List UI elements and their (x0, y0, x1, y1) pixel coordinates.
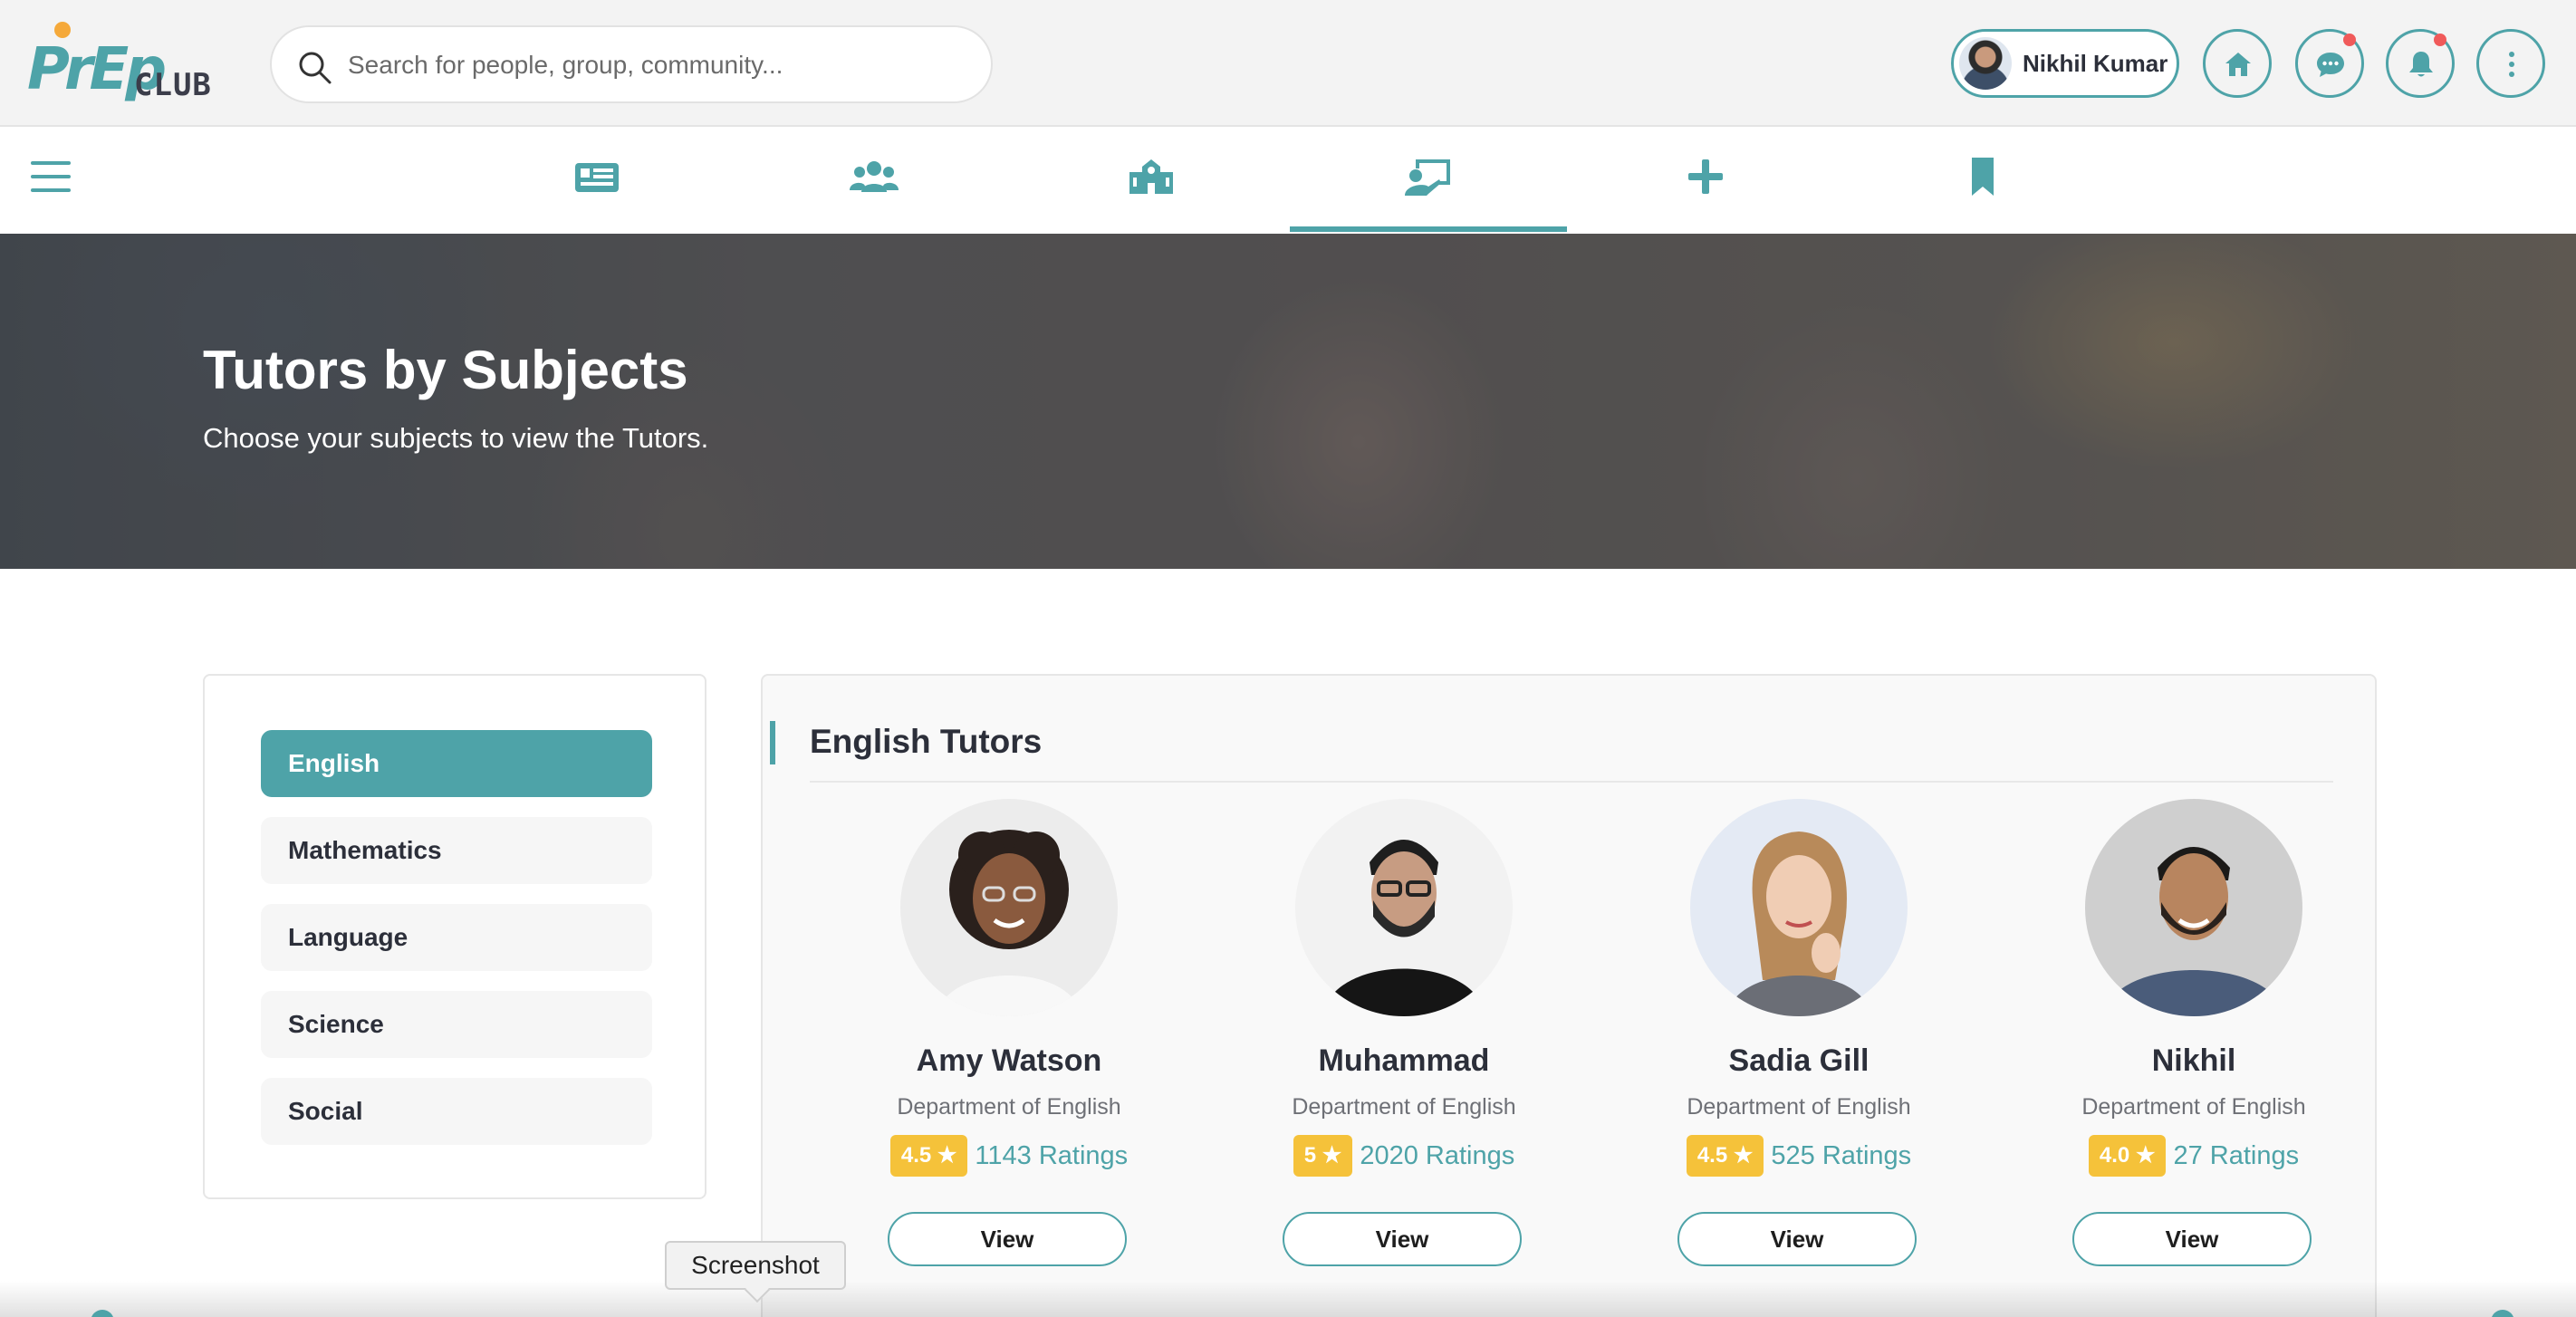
rating-value: 4.5 (1697, 1143, 1728, 1168)
rating-value: 4.5 (900, 1143, 932, 1168)
star-icon: ★ (1733, 1143, 1754, 1168)
tutor-department: Department of English (897, 1094, 1121, 1120)
subject-science[interactable]: Science (261, 991, 652, 1058)
tutor-photo (1690, 799, 1908, 1016)
tab-add[interactable] (1567, 129, 1844, 234)
view-tutor-button[interactable]: View (2072, 1212, 2312, 1266)
rating-row: 4.0 ★ 27 Ratings (2022, 1134, 2366, 1178)
tab-groups[interactable] (735, 129, 1013, 234)
search-bar[interactable] (270, 25, 993, 103)
subject-language[interactable]: Language (261, 904, 652, 971)
notifications-dot (2434, 34, 2446, 46)
tutor-photo (1295, 799, 1513, 1016)
star-icon: ★ (937, 1143, 957, 1168)
ratings-count-link[interactable]: 1143 Ratings (975, 1141, 1128, 1171)
menu-icon[interactable] (31, 161, 71, 197)
top-header: PrEp CLUB Nikhil Kumar (0, 0, 2576, 127)
tutors-panel: English Tutors Amy Watson Department of … (761, 674, 2377, 1317)
tutor-card: Amy Watson Department of English 4.5 ★ 1… (837, 799, 1181, 1288)
tab-tutors[interactable] (1290, 129, 1567, 234)
rating-row: 5 ★ 2020 Ratings (1232, 1134, 1576, 1178)
rating-value: 4.0 (2099, 1143, 2130, 1168)
notifications-button[interactable] (2386, 29, 2455, 98)
bookmark-icon (1972, 158, 1994, 196)
subject-list: English Mathematics Language Science Soc… (203, 674, 706, 1199)
rating-row: 4.5 ★ 1143 Ratings (837, 1134, 1181, 1178)
rating-value: 5 (1303, 1143, 1317, 1168)
bottom-shadow (0, 1281, 2576, 1317)
divider (810, 781, 2333, 783)
tab-newsfeed[interactable] (458, 129, 735, 234)
more-vertical-icon (2509, 52, 2514, 77)
tutor-department: Department of English (2081, 1094, 2306, 1120)
tutor-card: Nikhil Department of English 4.0 ★ 27 Ra… (2022, 799, 2366, 1288)
tutor-card: Muhammad Department of English 5 ★ 2020 … (1232, 799, 1576, 1288)
hero-banner: Tutors by Subjects Choose your subjects … (0, 234, 2576, 569)
more-options-button[interactable] (2476, 29, 2545, 98)
groups-icon (850, 161, 899, 192)
newsfeed-icon (575, 163, 619, 192)
rating-badge: 4.0 ★ (2088, 1135, 2167, 1177)
view-tutor-button[interactable]: View (1283, 1212, 1522, 1266)
logo-text-club: CLUB (134, 67, 212, 103)
tutor-card: Sadia Gill Department of English 4.5 ★ 5… (1627, 799, 1971, 1288)
institution-icon (1129, 159, 1173, 194)
search-icon (299, 52, 332, 84)
tutor-name: Sadia Gill (1728, 1043, 1870, 1078)
user-name: Nikhil Kumar (2023, 50, 2168, 77)
tutor-department: Department of English (1292, 1094, 1516, 1120)
page-subtitle: Choose your subjects to view the Tutors. (203, 422, 709, 454)
rating-row: 4.5 ★ 525 Ratings (1627, 1134, 1971, 1178)
tutor-name: Amy Watson (916, 1043, 1102, 1078)
tutor-name: Muhammad (1318, 1043, 1490, 1078)
tutor-department: Department of English (1687, 1094, 1911, 1120)
main-nav (0, 129, 2576, 234)
page-title: Tutors by Subjects (203, 340, 688, 400)
tutors-panel-title: English Tutors (810, 723, 1043, 760)
tutor-photo (900, 799, 1118, 1016)
star-icon: ★ (1322, 1143, 1342, 1168)
hero-overlay (0, 234, 2576, 569)
star-icon: ★ (2135, 1143, 2156, 1168)
subject-english[interactable]: English (261, 730, 652, 797)
search-input[interactable] (348, 43, 964, 87)
view-tutor-button[interactable]: View (1677, 1212, 1917, 1266)
subject-social[interactable]: Social (261, 1078, 652, 1145)
bell-icon (2409, 52, 2433, 77)
tutor-photo (2085, 799, 2302, 1016)
rating-badge: 4.5 ★ (889, 1135, 968, 1177)
tutor-name: Nikhil (2151, 1043, 2236, 1078)
ratings-count-link[interactable]: 27 Ratings (2173, 1141, 2299, 1171)
ratings-count-link[interactable]: 2020 Ratings (1360, 1141, 1514, 1171)
prepclub-logo[interactable]: PrEp CLUB (27, 18, 211, 105)
view-tutor-button[interactable]: View (888, 1212, 1127, 1266)
user-profile-chip[interactable]: Nikhil Kumar (1951, 29, 2179, 98)
tutors-icon (1405, 159, 1450, 196)
ratings-count-link[interactable]: 525 Ratings (1771, 1141, 1911, 1171)
tab-bookmarks[interactable] (1844, 129, 2121, 234)
subject-mathematics[interactable]: Mathematics (261, 817, 652, 884)
add-icon (1688, 159, 1723, 194)
messages-button[interactable] (2295, 29, 2364, 98)
screenshot-tooltip: Screenshot (665, 1241, 846, 1290)
rating-badge: 4.5 ★ (1686, 1135, 1764, 1177)
rating-badge: 5 ★ (1293, 1135, 1353, 1177)
tab-institution[interactable] (1013, 129, 1290, 234)
home-button[interactable] (2203, 29, 2272, 98)
user-avatar (1959, 37, 2012, 90)
title-accent-bar (770, 721, 775, 764)
home-icon (2225, 53, 2251, 76)
messages-notification-dot (2343, 34, 2356, 46)
chat-icon (2317, 53, 2344, 77)
